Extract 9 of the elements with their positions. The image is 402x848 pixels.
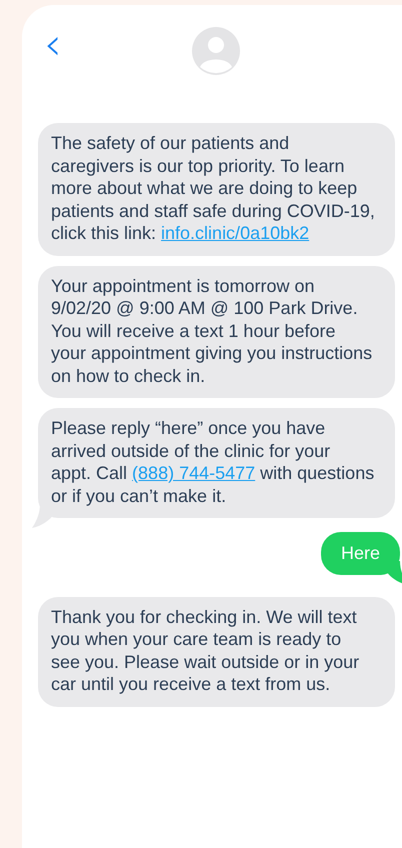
back-button[interactable]: ‹ [38,23,68,75]
message-text: Your appointment is tomorrow on 9/02/20 @ 9:00 AM @ 100 Park Drive. You will receive a text 1 hour before your appointment giving you instructions on how to check in. [51,276,372,386]
message-link[interactable]: (888) 744-5477 [132,463,256,483]
message-text: Please reply “here” once you have arrived outside of the clinic for your appt. Call (888) 744-5477 with questions or if you can’t make it. [51,418,374,506]
message-text: The safety of our patients and caregivers is our top priority. To learn more about what we are doing to keep patients and staff safe during COVID-19, click this link: info.clinic/0a10bk2 [51,133,375,243]
message-text: Here [340,543,380,563]
avatar-icon [192,27,240,75]
message-link[interactable]: info.clinic/0a10bk2 [161,223,310,243]
message-text: Thank you for checking in. We will text you when your care team is ready to see you. Please wait outside or in your car until you receive a text from us. [51,606,360,694]
